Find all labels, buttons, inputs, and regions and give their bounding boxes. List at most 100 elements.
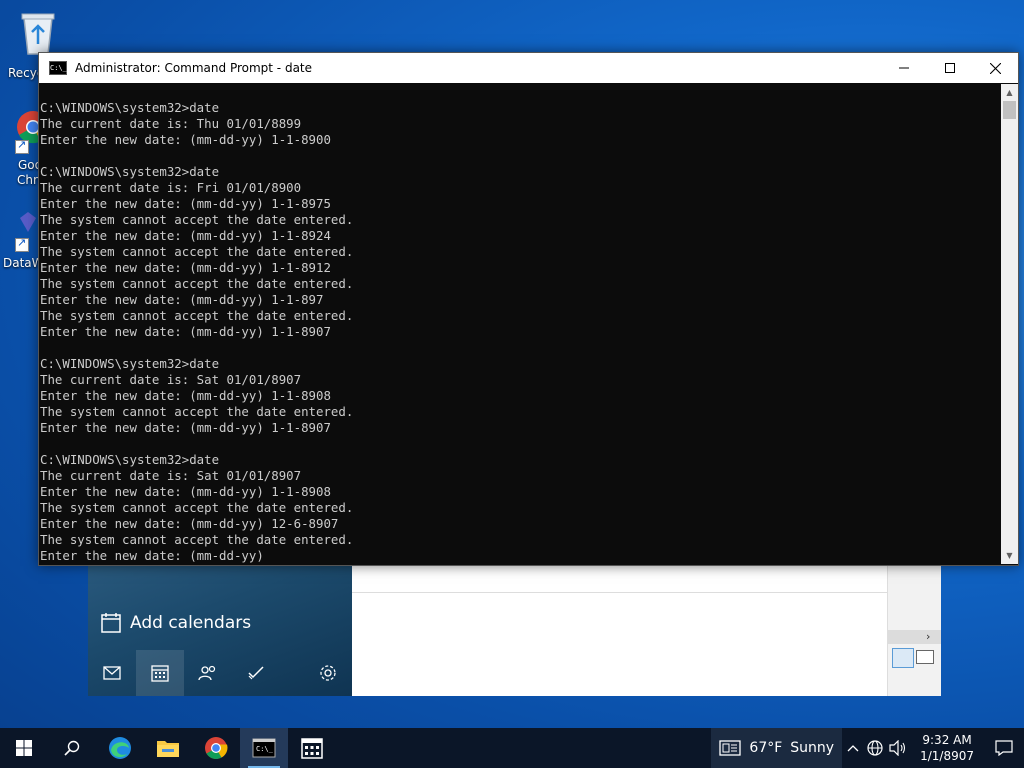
console-line: The system cannot accept the date entere… (40, 500, 354, 515)
people-icon (198, 665, 216, 681)
todo-icon (248, 666, 264, 680)
console-line: The system cannot accept the date entere… (40, 276, 354, 291)
console-line: The current date is: Sat 01/01/8907 (40, 468, 302, 483)
edge-icon (109, 737, 131, 759)
scroll-down-icon[interactable]: ▼ (1001, 547, 1018, 564)
console-line: Enter the new date: (mm-dd-yy) 1-1-8975 (40, 196, 331, 211)
volume-button[interactable] (886, 728, 910, 768)
console-line: The system cannot accept the date entere… (40, 308, 354, 323)
file-explorer-taskbar-button[interactable] (144, 728, 192, 768)
system-tray: 67°F Sunny 9:32 AM 1/1/8907 (711, 728, 1024, 768)
windows-logo-icon (16, 740, 32, 756)
console-line: Enter the new date: (mm-dd-yy) 1-1-8900 (40, 132, 331, 147)
calendar-taskbar-button[interactable] (288, 728, 336, 768)
console-line: Enter the new date: (mm-dd-yy) 1-1-8908 (40, 484, 331, 499)
terminal-icon: C:\_ (252, 738, 276, 758)
console-output[interactable]: C:\WINDOWS\system32>date The current date… (40, 84, 998, 564)
list-view-icon[interactable] (892, 648, 914, 668)
calendar-icon (301, 738, 323, 759)
settings-nav-button[interactable] (304, 650, 352, 696)
action-center-button[interactable] (984, 728, 1024, 768)
svg-text:C:\_: C:\_ (256, 745, 274, 753)
calendar-app-window: Add calendars › (88, 560, 941, 696)
console-line: The system cannot accept the date entere… (40, 212, 354, 227)
console-line: Enter the new date: (mm-dd-yy) 1-1-8907 (40, 420, 331, 435)
minimize-button[interactable] (881, 53, 927, 83)
chevron-up-icon (847, 745, 859, 752)
people-nav-button[interactable] (184, 650, 232, 696)
command-prompt-taskbar-button[interactable]: C:\_ (240, 728, 288, 768)
chrome-icon (205, 737, 228, 759)
weather-condition: Sunny (790, 740, 835, 756)
recycle-bin-icon (21, 13, 55, 55)
scroll-thumb[interactable] (1003, 101, 1016, 119)
speaker-icon (889, 740, 906, 756)
search-button[interactable] (48, 728, 96, 768)
close-button[interactable] (972, 53, 1018, 83)
settings-icon (320, 665, 336, 681)
edge-taskbar-button[interactable] (96, 728, 144, 768)
calendar-add-icon (101, 613, 121, 633)
clock[interactable]: 9:32 AM 1/1/8907 (910, 732, 984, 764)
maximize-button[interactable] (927, 53, 973, 83)
content-divider (352, 592, 887, 593)
clock-date: 1/1/8907 (920, 749, 974, 763)
console-line: The current date is: Fri 01/01/8900 (40, 180, 302, 195)
chevron-right-icon[interactable]: › (926, 630, 930, 643)
shortcut-arrow-icon (15, 236, 29, 252)
console-line: Enter the new date: (mm-dd-yy) 1-1-8908 (40, 388, 331, 403)
console-line: Enter the new date: (mm-dd-yy) 1-1-8907 (40, 324, 331, 339)
console-line: The system cannot accept the date entere… (40, 532, 354, 547)
folder-icon (157, 741, 179, 757)
todo-nav-button[interactable] (232, 650, 280, 696)
console-line: Enter the new date: (mm-dd-yy) (40, 548, 264, 563)
notification-icon (995, 740, 1013, 756)
console-line: The current date is: Sat 01/01/8907 (40, 372, 302, 387)
maximize-icon (945, 63, 955, 73)
dataw-icon (20, 212, 36, 232)
chrome-taskbar-button[interactable] (192, 728, 240, 768)
weather-widget[interactable]: 67°F Sunny (711, 728, 843, 768)
show-hidden-icons-button[interactable] (842, 728, 864, 768)
shortcut-arrow-icon (15, 138, 29, 154)
globe-icon (867, 740, 883, 756)
taskbar: C:\_ 67°F Sunny 9:32 AM 1/1/8907 (0, 728, 1024, 768)
window-title: Administrator: Command Prompt - date (75, 61, 313, 75)
mail-nav-button[interactable] (88, 650, 136, 696)
calendar-sidebar: Add calendars (88, 560, 352, 696)
search-icon (64, 740, 80, 756)
close-icon (989, 62, 1001, 74)
right-panel: › (887, 560, 941, 696)
console-line: Enter the new date: (mm-dd-yy) 1-1-897 (40, 292, 324, 307)
calendar-nav-button[interactable] (136, 650, 184, 696)
add-calendars-button[interactable]: Add calendars (100, 612, 251, 634)
console-line: C:\WINDOWS\system32>date (40, 100, 220, 115)
clock-time: 9:32 AM (922, 733, 972, 747)
console-line: The system cannot accept the date entere… (40, 404, 354, 419)
console-line: C:\WINDOWS\system32>date (40, 452, 220, 467)
minimize-icon (899, 67, 909, 69)
title-bar[interactable]: C:\_ Administrator: Command Prompt - dat… (39, 53, 1018, 83)
app-nav-bar (88, 650, 352, 696)
preview-view-icon[interactable] (916, 650, 934, 664)
command-prompt-window[interactable]: C:\_ Administrator: Command Prompt - dat… (38, 52, 1019, 566)
weather-temperature: 67°F (749, 740, 783, 756)
console-line: Enter the new date: (mm-dd-yy) 1-1-8924 (40, 228, 331, 243)
vertical-scrollbar[interactable]: ▲ ▼ (1001, 84, 1018, 564)
cmd-icon: C:\_ (49, 61, 67, 75)
start-button[interactable] (0, 728, 48, 768)
network-button[interactable] (864, 728, 886, 768)
console-line: C:\WINDOWS\system32>date (40, 356, 220, 371)
console-line: Enter the new date: (mm-dd-yy) 1-1-8912 (40, 260, 331, 275)
scroll-bar[interactable] (888, 630, 941, 644)
console-line: The current date is: Thu 01/01/8899 (40, 116, 302, 131)
console-line: C:\WINDOWS\system32>date (40, 164, 220, 179)
console-line: The system cannot accept the date entere… (40, 244, 354, 259)
calendar-icon (151, 665, 169, 682)
scroll-up-icon[interactable]: ▲ (1001, 84, 1018, 101)
add-calendars-label: Add calendars (130, 613, 252, 633)
